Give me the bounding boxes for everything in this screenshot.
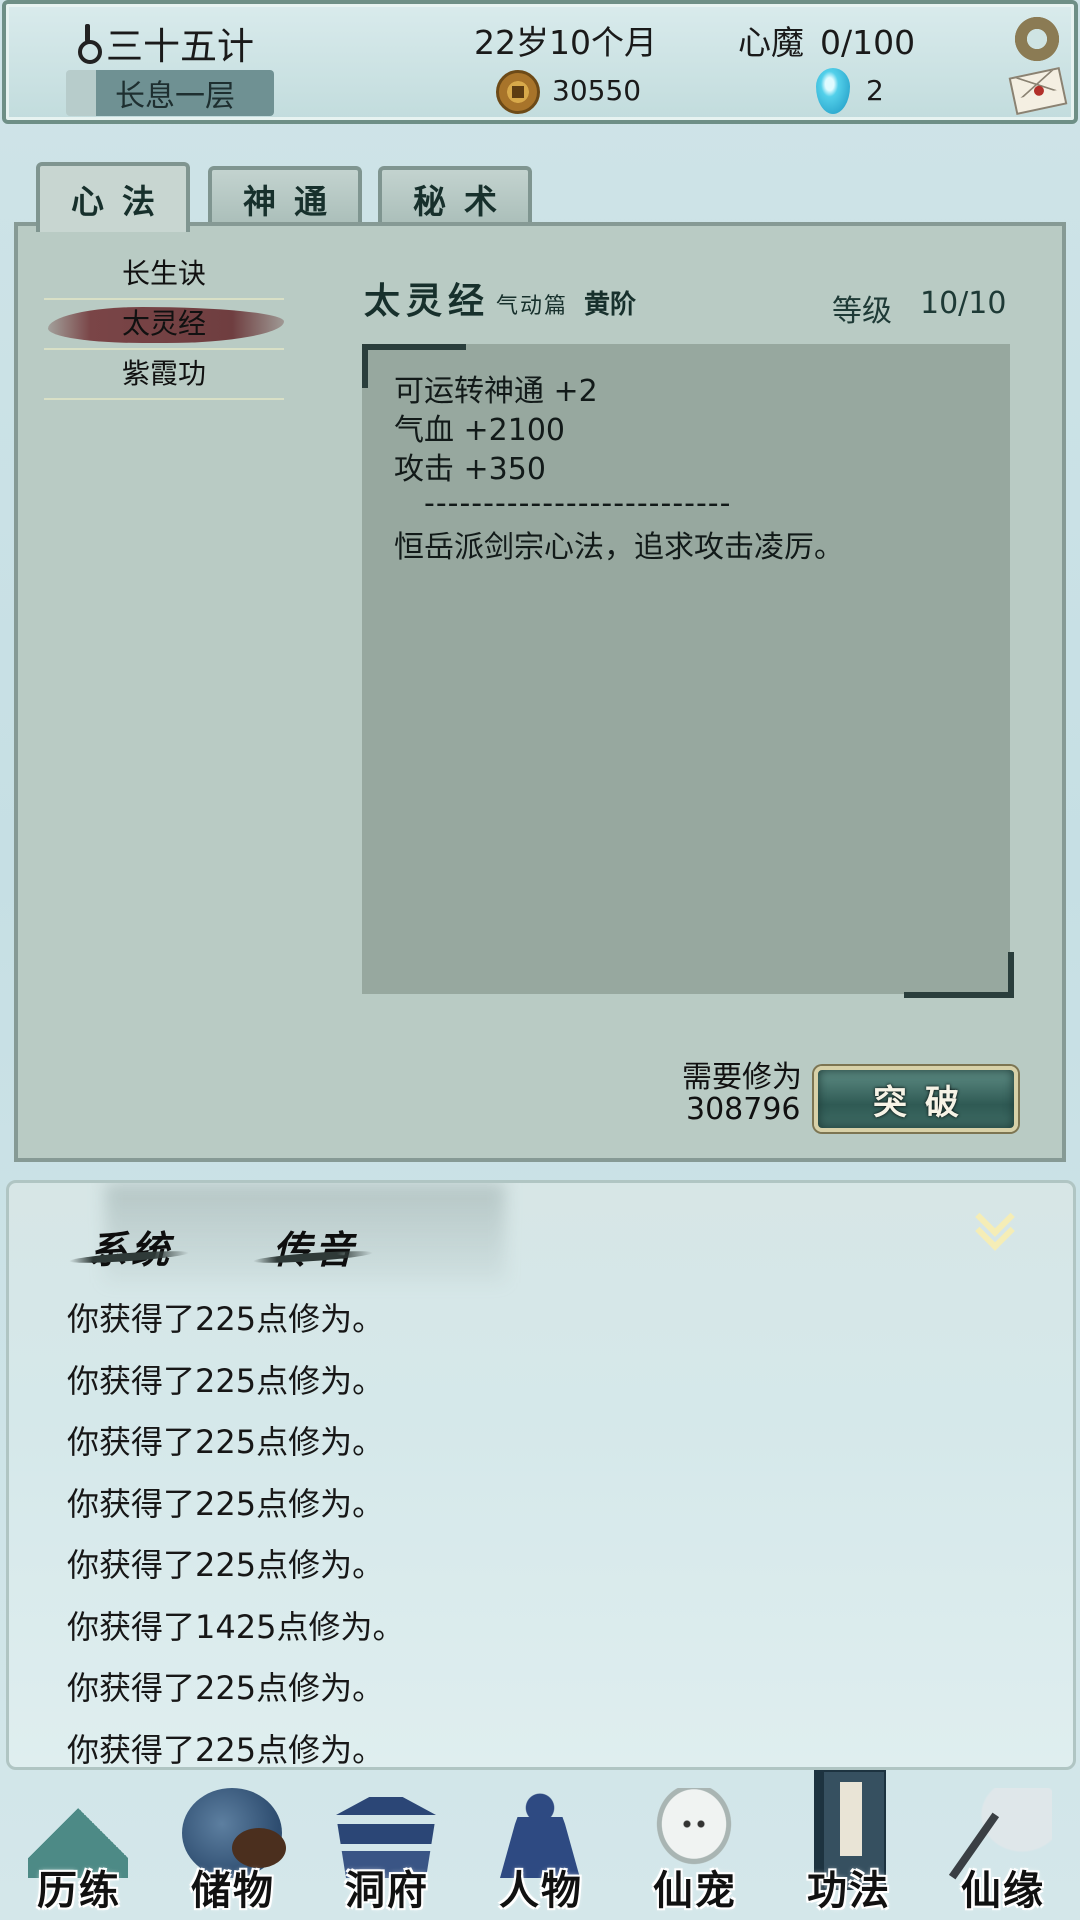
list-item-label: 紫霞功	[121, 357, 206, 390]
bottom-nav: 历练 储物 洞府 人物 仙宠 功法 仙缘	[0, 1770, 1080, 1920]
nav-label: 储物	[191, 1867, 275, 1914]
gem-count: 2	[866, 74, 884, 107]
list-item-changshengjue[interactable]: 长生诀	[44, 250, 284, 300]
chevron-double-down-icon[interactable]	[973, 1207, 1013, 1247]
technique-title: 太灵经 气动篇 黄阶	[364, 272, 636, 324]
heart-demon-display: 心魔 0/100	[738, 16, 915, 64]
tab-system[interactable]: 系统	[89, 1219, 173, 1274]
technique-description: 恒岳派剑宗心法，追求攻击凌厉。	[394, 530, 844, 565]
nav-item-gongfa[interactable]: 功法	[774, 1770, 924, 1920]
list-item-label: 长生诀	[121, 257, 206, 290]
list-item-zixiagong[interactable]: 紫霞功	[44, 350, 284, 400]
list-item-tailingjing[interactable]: 太灵经	[44, 300, 284, 350]
gem-icon	[816, 68, 850, 114]
technique-panel: 长生诀 太灵经 紫霞功 太灵经 气动篇 黄阶 等级 10/10 可运转神通 +2…	[14, 222, 1066, 1162]
nav-item-xianyuan[interactable]: 仙缘	[928, 1770, 1078, 1920]
technique-name: 太灵经	[364, 280, 491, 322]
stat-line: 气血 +2100	[394, 413, 566, 448]
required-cultivation-label: 需要修为	[682, 1060, 802, 1095]
stat-line: 攻击 +350	[394, 452, 546, 487]
message-list[interactable]: 你获得了225点修为。 你获得了225点修为。 你获得了225点修为。 你获得了…	[67, 1289, 405, 1769]
status-bar: 三十五计 长息一层 22岁10个月 心魔 0/100 30550 2	[2, 0, 1078, 124]
nav-item-dongfu[interactable]: 洞府	[312, 1770, 462, 1920]
coin-icon	[496, 70, 540, 114]
nav-label: 历练	[37, 1867, 121, 1914]
level-value: 10/10	[920, 286, 1007, 321]
nav-item-renwu[interactable]: 人物	[466, 1770, 616, 1920]
technique-grade: 黄阶	[584, 290, 637, 320]
nav-label: 功法	[807, 1867, 891, 1914]
nav-label: 仙缘	[961, 1867, 1045, 1914]
age-display: 22岁10个月	[474, 23, 657, 62]
tab-shentong[interactable]: 神通	[208, 166, 362, 228]
gear-icon[interactable]	[1012, 14, 1062, 64]
message-item: 你获得了225点修为。	[67, 1484, 385, 1523]
mail-icon[interactable]	[1008, 67, 1068, 115]
message-item: 你获得了225点修为。	[67, 1423, 385, 1461]
stat-line: 可运转神通 +2	[394, 374, 598, 409]
key-icon	[74, 22, 102, 64]
player-name-label: 三十五计	[106, 25, 254, 68]
money-value: 30550	[552, 74, 642, 107]
message-log: 系统 传音 你获得了225点修为。 你获得了225点修为。 你获得了225点修为…	[6, 1180, 1076, 1770]
realm-label: 长息一层	[115, 79, 235, 114]
message-item: 你获得了225点修为。	[67, 1546, 385, 1584]
list-item-label: 太灵经	[121, 307, 206, 340]
nav-label: 人物	[499, 1867, 583, 1914]
tab-xinfa[interactable]: 心法	[36, 162, 190, 232]
technique-list: 长生诀 太灵经 紫霞功	[44, 250, 284, 400]
required-cultivation-value: 308796	[686, 1092, 801, 1127]
technique-description-box: 可运转神通 +2 气血 +2100 攻击 +350 --------------…	[362, 344, 1014, 998]
message-item: 你获得了225点修为。	[67, 1300, 385, 1338]
message-item: 你获得了225点修为。	[67, 1361, 385, 1400]
message-item: 你获得了225点修为。	[67, 1730, 385, 1769]
heart-demon-label: 心魔	[738, 23, 804, 62]
nav-item-chuwu[interactable]: 储物	[158, 1770, 308, 1920]
realm-badge: 长息一层	[66, 70, 274, 116]
tab-mishu[interactable]: 秘术	[378, 166, 532, 228]
nav-label: 仙宠	[653, 1867, 737, 1914]
nav-item-lilian[interactable]: 历练	[4, 1770, 154, 1920]
message-item: 你获得了225点修为。	[67, 1669, 385, 1707]
level-label: 等级	[832, 294, 892, 329]
tab-voice[interactable]: 传音	[273, 1219, 357, 1274]
breakthrough-button[interactable]: 突破	[814, 1066, 1018, 1132]
player-name[interactable]: 三十五计	[74, 16, 254, 70]
divider: --------------------------	[424, 486, 732, 521]
nav-label: 洞府	[345, 1867, 429, 1914]
technique-section: 气动篇	[496, 294, 569, 319]
corner-decoration	[904, 952, 1014, 998]
message-item: 你获得了1425点修为。	[67, 1607, 405, 1646]
heart-demon-value: 0/100	[820, 23, 916, 62]
nav-item-xianchong[interactable]: 仙宠	[620, 1770, 770, 1920]
